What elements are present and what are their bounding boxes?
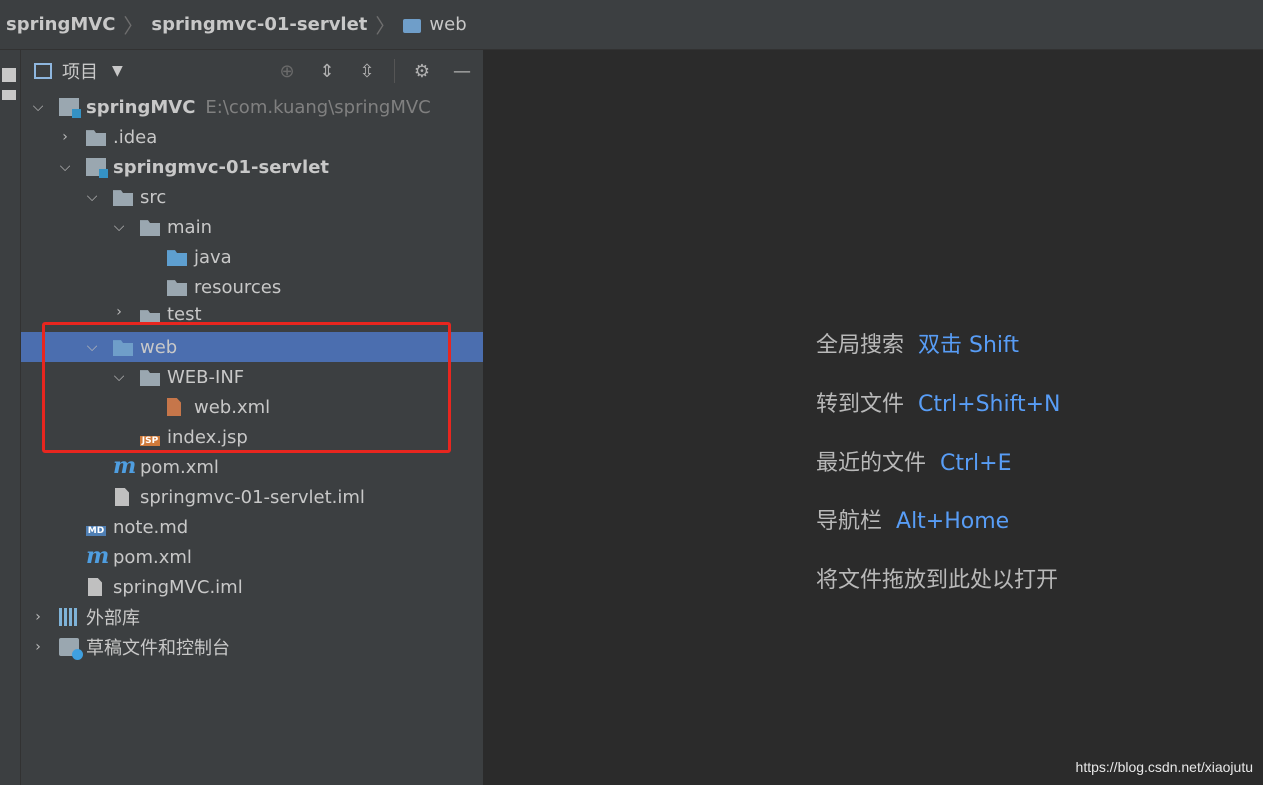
tree-label-resources: resources [194,276,282,298]
maven-icon: m [86,543,110,569]
chevron-down-icon[interactable]: ⌵ [112,219,126,235]
panel-title[interactable]: 项目 [62,58,98,84]
folder-icon [86,130,106,146]
tree-label-module: springmvc-01-servlet [113,156,330,178]
chevron-right-icon[interactable]: › [31,639,45,655]
tree-row-main[interactable]: ⌵ main [21,212,483,242]
tree-row-pom-module[interactable]: m pom.xml [21,452,483,482]
hint-shortcut: Ctrl+E [940,451,1012,476]
tree-label-notemd: note.md [113,516,189,538]
resources-folder-icon [167,280,187,296]
tree-row-pom-root[interactable]: m pom.xml [21,542,483,572]
breadcrumb-separator-icon: 〉 [375,14,396,38]
tree-label-module-iml: springmvc-01-servlet.iml [140,486,365,508]
breadcrumb-item-module[interactable]: springmvc-01-servlet [151,14,367,35]
chevron-down-icon[interactable]: ▼ [112,63,123,79]
expand-all-icon[interactable]: ⇕ [314,58,340,84]
chevron-right-icon[interactable]: › [112,304,126,320]
toolbar-divider [394,59,395,83]
minimize-icon[interactable]: — [449,58,475,84]
tree-row-src[interactable]: ⌵ src [21,182,483,212]
hint-text: 导航栏 [816,509,883,534]
hint-shortcut: Ctrl+Shift+N [918,392,1061,417]
hint-text: 转到文件 [816,392,905,417]
tree-row-root-iml[interactable]: springMVC.iml [21,572,483,602]
chevron-down-icon[interactable]: ⌵ [85,189,99,205]
tree-label-root-iml: springMVC.iml [113,576,243,598]
chevron-right-icon[interactable]: › [58,129,72,145]
tree-label-java: java [194,246,232,268]
chevron-down-icon[interactable]: ⌵ [31,99,45,115]
tool-window-strip [0,50,21,785]
project-tool-icon[interactable] [2,68,16,82]
tree-label-src: src [140,186,167,208]
iml-file-icon [115,488,129,506]
hint-drop-files: 将文件拖放到此处以打开 [816,562,1058,594]
web-folder-icon [403,18,422,33]
annotation-highlight-box [42,322,451,453]
hint-search-everywhere: 全局搜索 双击 Shift [816,327,1019,359]
chevron-down-icon[interactable]: ⌵ [58,159,72,175]
folder-icon [140,220,160,236]
breadcrumb-item-web[interactable]: web [429,14,466,35]
tree-row-module-iml[interactable]: springmvc-01-servlet.iml [21,482,483,512]
gear-icon[interactable]: ⚙ [409,58,435,84]
tree-row-java[interactable]: java [21,242,483,272]
chevron-right-icon[interactable]: › [31,609,45,625]
breadcrumb: springMVC 〉 springmvc-01-servlet 〉 web [0,0,1263,50]
scratch-console-icon [59,638,83,660]
tree-label-pom-root: pom.xml [113,546,192,568]
hint-text: 最近的文件 [816,451,927,476]
tree-row-resources[interactable]: resources [21,272,483,302]
tree-label-scratches: 草稿文件和控制台 [86,638,230,659]
project-view-icon [34,63,52,79]
library-icon [59,608,79,626]
tree-row-notemd[interactable]: MD note.md [21,512,483,542]
tree-label-pom-module: pom.xml [140,456,219,478]
maven-icon: m [113,453,137,479]
hint-shortcut: 双击 Shift [918,333,1020,358]
breadcrumb-item-project[interactable]: springMVC [6,14,115,35]
tree-label-idea: .idea [113,126,158,148]
module-icon [59,98,81,118]
module-icon [86,158,108,178]
tree-row-external-libraries[interactable]: › 外部库 [21,602,483,632]
tree-row-root[interactable]: ⌵ springMVC E:\com.kuang\springMVC [21,92,483,122]
tree-label-external: 外部库 [86,608,140,629]
tree-row-scratches[interactable]: › 草稿文件和控制台 [21,632,483,662]
folder-tool-icon[interactable] [2,90,16,100]
breadcrumb-separator-icon: 〉 [123,14,144,38]
hint-shortcut: Alt+Home [896,509,1010,534]
panel-toolbar: ⊕ ⇕ ⇳ ⚙ — [274,58,475,84]
panel-header: 项目 ▼ ⊕ ⇕ ⇳ ⚙ — [21,50,483,92]
hint-text: 将文件拖放到此处以打开 [816,568,1059,593]
root-path: E:\com.kuang\springMVC [205,96,431,118]
tree-label-main: main [167,216,212,238]
iml-file-icon [88,578,102,596]
editor-empty-area[interactable]: 全局搜索 双击 Shift 转到文件 Ctrl+Shift+N 最近的文件 Ctrl+… [484,50,1263,785]
tree-row-idea[interactable]: › .idea [21,122,483,152]
markdown-file-icon: MD [86,526,106,536]
hint-navigation-bar: 导航栏 Alt+Home [816,503,1009,535]
watermark: https://blog.csdn.net/xiaojutu [1075,759,1253,775]
tree-label-root: springMVC E:\com.kuang\springMVC [86,96,431,118]
hint-text: 全局搜索 [816,333,905,358]
source-folder-icon [167,250,187,266]
tree-row-module[interactable]: ⌵ springmvc-01-servlet [21,152,483,182]
locate-icon[interactable]: ⊕ [274,58,300,84]
hint-goto-file: 转到文件 Ctrl+Shift+N [816,386,1061,418]
folder-icon [113,190,133,206]
hint-recent-files: 最近的文件 Ctrl+E [816,445,1012,477]
collapse-all-icon[interactable]: ⇳ [354,58,380,84]
